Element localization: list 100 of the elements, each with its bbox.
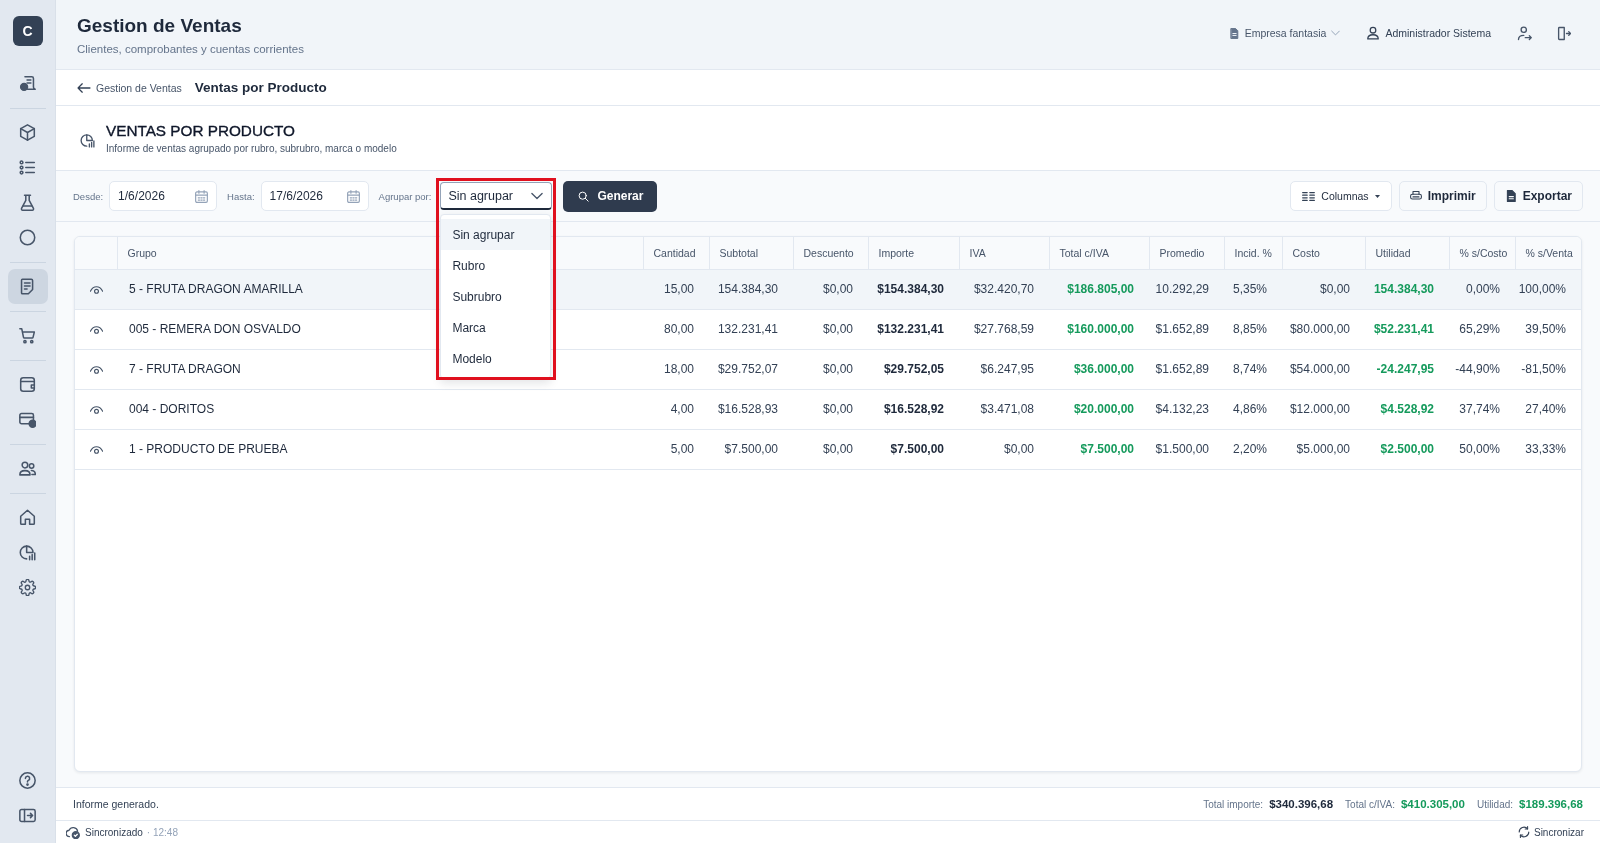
field-label: Desde:: [73, 190, 104, 202]
total-label: Total importe:: [1203, 798, 1264, 810]
field-label: Hasta:: [227, 190, 255, 202]
panel-icon: [19, 807, 36, 824]
column-header[interactable]: Promedio: [1149, 237, 1224, 269]
table-cell: $0,00: [793, 269, 868, 309]
table-cell: 0,00%: [1449, 269, 1515, 309]
table-cell: 154.384,30: [709, 269, 793, 309]
view-button[interactable]: [89, 445, 103, 454]
table-cell: $5.000,00: [1282, 429, 1365, 469]
table-cell: $3.471,08: [959, 389, 1049, 429]
date-field[interactable]: 1/6/2026: [109, 181, 218, 211]
eye-icon: [89, 365, 103, 374]
total-label: Total c/IVA:: [1345, 798, 1395, 810]
table-cell: $154.384,30: [868, 269, 959, 309]
page-title: Gestion de Ventas: [77, 13, 243, 37]
cart-icon: [19, 327, 36, 344]
table-cell: $29.752,07: [709, 349, 793, 389]
table-cell: $1.500,00: [1149, 429, 1224, 469]
table-cell: 10.292,29: [1149, 269, 1224, 309]
user-icon: [1366, 26, 1381, 40]
group-by-select[interactable]: Sin agrupar: [440, 182, 553, 210]
table-cell: $29.752,05: [868, 349, 959, 389]
column-header[interactable]: Descuento: [793, 237, 868, 269]
column-header[interactable]: Incid. %: [1224, 237, 1282, 269]
document-icon: [1228, 27, 1240, 39]
refresh-icon: [1517, 826, 1530, 838]
export-button[interactable]: Exportar: [1493, 181, 1583, 211]
view-button[interactable]: [89, 325, 103, 334]
column-header[interactable]: Importe: [868, 237, 959, 269]
switch-user-button[interactable]: [1517, 25, 1532, 41]
dropdown-option[interactable]: Subrubro: [441, 281, 551, 312]
logout-button[interactable]: [1556, 25, 1571, 41]
table-cell: $52.231,41: [1365, 309, 1449, 349]
status-message: Informe generado.: [73, 798, 159, 810]
table-cell: 27,40%: [1515, 389, 1581, 429]
columns-icon: [1302, 189, 1316, 203]
home-icon: [19, 509, 36, 526]
view-button[interactable]: [89, 365, 103, 374]
column-header[interactable]: Cantidad: [643, 237, 709, 269]
table-cell: 5,35%: [1224, 269, 1282, 309]
table-cell: $6.247,95: [959, 349, 1049, 389]
app-logo[interactable]: C: [12, 16, 43, 46]
table-row[interactable]: 1 - PRODUCTO DE PRUEBA 5,00 $7.500,00 $0,00 $7.500,00 $0,00 $7.500,00 $1.500,00 2,20% $5.000,00 $2.500,00 50,00% 33,33%: [75, 429, 1581, 469]
table-cell: 80,00: [643, 309, 709, 349]
nav-button[interactable]: [7, 269, 48, 304]
card-icon: [19, 411, 36, 428]
logout-icon: [1556, 25, 1571, 41]
total-value: $189.396,68: [1519, 798, 1583, 810]
table-cell: $20.000,00: [1049, 389, 1149, 429]
columns-button[interactable]: Columnas: [1290, 181, 1392, 211]
table-cell: $7.500,00: [868, 429, 959, 469]
dropdown-option[interactable]: Sin agrupar: [441, 219, 551, 250]
table-row[interactable]: 004 - DORITOS 4,00 $16.528,93 $0,00 $16.528,92 $3.471,08 $20.000,00 $4.132,23 4,86% $12.000,00 $4.528,92 37,74% 27,40%: [75, 389, 1581, 429]
table-cell: 15,00: [643, 269, 709, 309]
date-field[interactable]: 17/6/2026: [260, 181, 369, 211]
column-header[interactable]: % s/Costo: [1449, 237, 1515, 269]
user-menu[interactable]: Administrador Sistema: [1366, 26, 1491, 40]
chevron-down-icon: [531, 191, 544, 200]
generate-button[interactable]: Generar: [563, 180, 658, 212]
table-cell: $186.805,00: [1049, 269, 1149, 309]
back-link[interactable]: Gestion de Ventas: [77, 80, 182, 95]
company-selector[interactable]: Empresa fantasia: [1228, 27, 1341, 39]
column-header[interactable]: Subtotal: [709, 237, 793, 269]
table-cell: 100,00%: [1515, 269, 1581, 309]
print-button[interactable]: Imprimir: [1398, 181, 1487, 211]
sync-button[interactable]: Sincronizar: [1517, 826, 1584, 838]
receipt-icon: [19, 75, 36, 92]
table-cell: 18,00: [643, 349, 709, 389]
eye-icon: [89, 285, 103, 294]
column-header[interactable]: Utilidad: [1365, 237, 1449, 269]
table-cell: 4,00: [643, 389, 709, 429]
table-cell: 8,85%: [1224, 309, 1282, 349]
column-header[interactable]: Total c/IVA: [1049, 237, 1149, 269]
table-cell: $0,00: [793, 349, 868, 389]
column-header[interactable]: Costo: [1282, 237, 1365, 269]
column-header[interactable]: IVA: [959, 237, 1049, 269]
table-cell: $0,00: [1282, 269, 1365, 309]
cloud-check-icon: [66, 825, 80, 839]
view-button[interactable]: [89, 285, 103, 294]
table-cell: 2,20%: [1224, 429, 1282, 469]
table-cell: $54.000,00: [1282, 349, 1365, 389]
table-cell: 132.231,41: [709, 309, 793, 349]
table-cell: $27.768,59: [959, 309, 1049, 349]
field-label: Agrupar por:: [378, 190, 432, 202]
eye-icon: [89, 445, 103, 454]
calendar-icon: [346, 189, 360, 203]
dropdown-option[interactable]: Marca: [441, 312, 551, 343]
page-subtitle: Clientes, comprobantes y cuentas corrientes: [77, 41, 304, 56]
calendar-icon: [195, 189, 209, 203]
user-switch-icon: [1517, 25, 1532, 41]
table-cell: 4,86%: [1224, 389, 1282, 429]
table-cell: $1.652,89: [1149, 349, 1224, 389]
settings-icon: [19, 579, 36, 596]
table-cell: 8,74%: [1224, 349, 1282, 389]
total-value: $410.305,00: [1400, 798, 1465, 810]
help-icon: [19, 772, 36, 789]
column-header[interactable]: % s/Venta: [1515, 237, 1581, 269]
view-button[interactable]: [89, 405, 103, 414]
report-title: VENTAS POR PRODUCTO: [106, 121, 296, 140]
